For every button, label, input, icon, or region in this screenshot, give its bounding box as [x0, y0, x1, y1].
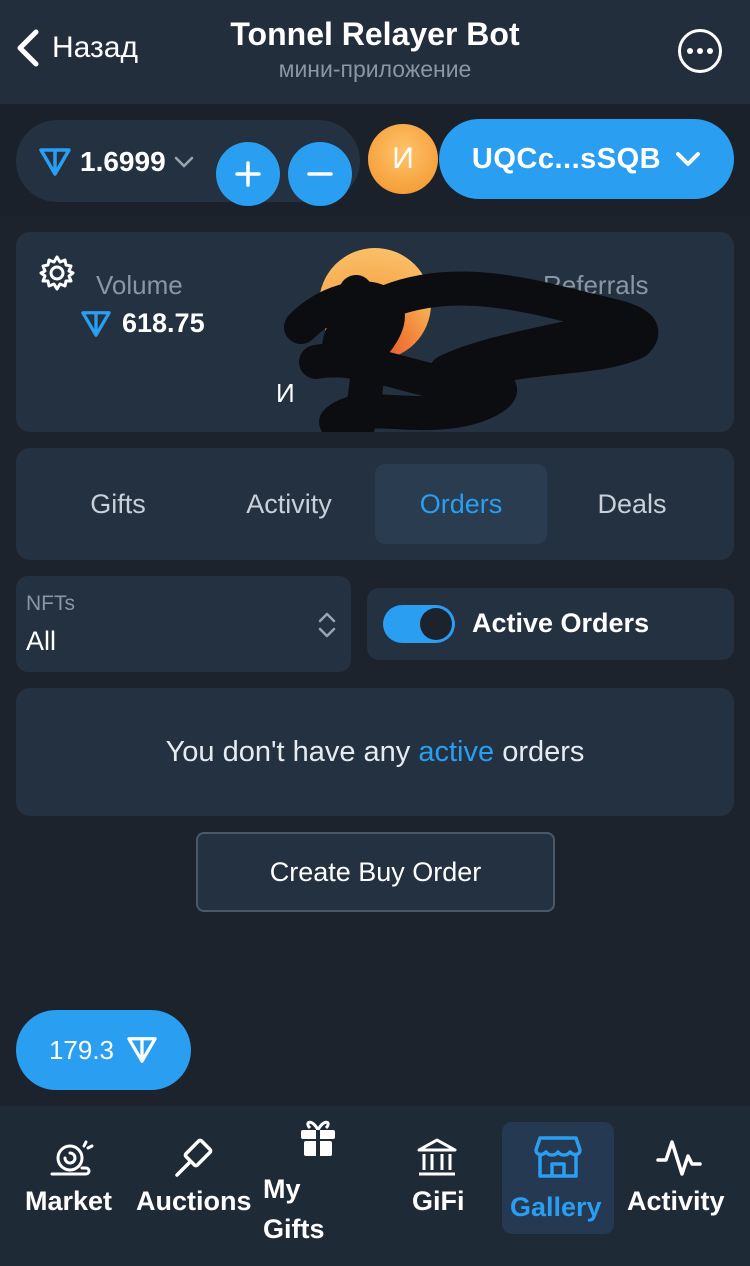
wallet-address: UQCc...sSQB — [471, 142, 662, 175]
chevron-down-icon — [174, 156, 193, 168]
ton-icon — [127, 1037, 157, 1063]
minus-icon — [307, 172, 333, 176]
active-orders-label: Active Orders — [472, 608, 650, 638]
select-arrows-icon — [318, 612, 336, 638]
app-title: Tonnel Relayer Bot — [230, 16, 520, 52]
nav-gallery-label: Gallery — [510, 1192, 602, 1222]
nav-gifi-label: GiFi — [412, 1186, 465, 1216]
profile-name: И — [276, 378, 295, 408]
balance-selector[interactable]: 1.6999 — [38, 144, 194, 180]
plus-icon — [235, 161, 261, 187]
tab-orders[interactable]: Orders — [375, 464, 547, 544]
nav-my-gifts-label-line1: My — [263, 1174, 301, 1204]
create-buy-order-button[interactable]: Create Buy Order — [196, 832, 555, 912]
more-dot — [687, 48, 693, 54]
nav-activity-label: Activity — [627, 1186, 725, 1216]
nav-auctions-label: Auctions — [136, 1186, 252, 1216]
more-options-button[interactable] — [678, 29, 722, 73]
tab-bar: Gifts Activity Orders Deals — [16, 448, 734, 560]
tab-activity[interactable]: Activity — [203, 464, 375, 544]
tab-deals[interactable]: Deals — [546, 464, 718, 544]
volume-value: 618.75 — [122, 308, 205, 338]
nft-select[interactable]: NFTs All — [16, 576, 351, 672]
back-button[interactable]: Назад — [14, 26, 138, 70]
nft-select-value: All — [26, 626, 57, 656]
floating-balance-button[interactable]: 179.3 — [16, 1010, 191, 1090]
avatar[interactable]: И — [368, 124, 438, 194]
nav-activity[interactable]: Activity — [626, 1128, 736, 1228]
empty-orders-message: You don't have any active orders — [16, 688, 734, 816]
ton-icon — [39, 148, 71, 176]
telegram-header: Назад Tonnel Relayer Bot мини-приложение — [0, 0, 750, 104]
profile-avatar — [319, 248, 431, 360]
wallet-bar: 1.6999 И UQCc...sSQB — [0, 104, 750, 216]
volume-label: Volume — [96, 270, 183, 300]
volume-block: 618.75 — [80, 308, 205, 339]
nav-gifi[interactable]: GiFi — [400, 1128, 480, 1228]
withdraw-button[interactable] — [288, 142, 352, 206]
more-dot — [707, 48, 713, 54]
bank-icon — [417, 1138, 457, 1176]
empty-text-accent: active — [418, 735, 495, 768]
floating-balance-value: 179.3 — [48, 1034, 115, 1065]
nav-gallery[interactable]: Gallery — [502, 1122, 614, 1234]
wallet-address-button[interactable]: UQCc...sSQB — [439, 119, 734, 199]
balance-pill: 1.6999 — [16, 120, 360, 206]
referrals-label: Referrals — [543, 270, 649, 300]
app-subtitle: мини-приложение — [278, 56, 472, 82]
nav-my-gifts[interactable]: My Gifts — [262, 1116, 372, 1246]
tab-gifts[interactable]: Gifts — [32, 464, 204, 544]
nav-auctions[interactable]: Auctions — [136, 1128, 254, 1228]
toggle-knob — [420, 608, 452, 640]
ton-icon — [81, 310, 111, 337]
store-icon — [534, 1136, 582, 1178]
nav-market-label: Market — [25, 1186, 113, 1216]
back-label: Назад — [52, 31, 138, 64]
nav-my-gifts-label-line2: Gifts — [263, 1214, 325, 1244]
deposit-button[interactable] — [216, 142, 280, 206]
nav-market[interactable]: Market — [18, 1128, 128, 1228]
chevron-left-icon — [17, 29, 39, 67]
gavel-icon — [175, 1138, 213, 1177]
empty-text-prefix: You don't have any — [165, 735, 419, 768]
activity-icon — [656, 1140, 702, 1176]
nft-select-label: NFTs — [26, 592, 75, 615]
empty-text-suffix: orders — [494, 735, 585, 768]
chevron-down-icon — [676, 152, 701, 166]
gear-icon[interactable] — [38, 254, 76, 292]
referrals-value: 254 — [576, 310, 622, 340]
title-block: Tonnel Relayer Bot мини-приложение — [175, 14, 575, 84]
active-orders-toggle[interactable] — [383, 605, 455, 643]
more-dot — [697, 48, 703, 54]
gift-icon — [301, 1120, 335, 1156]
profile-card: Volume 618.75 Referrals 254 И — [16, 232, 734, 432]
snail-icon — [50, 1140, 94, 1176]
active-orders-filter: Active Orders — [367, 588, 734, 660]
bottom-nav: Market Auctions My Gifts GiFi Gallery Ac… — [0, 1106, 750, 1266]
balance-value: 1.6999 — [80, 146, 166, 177]
